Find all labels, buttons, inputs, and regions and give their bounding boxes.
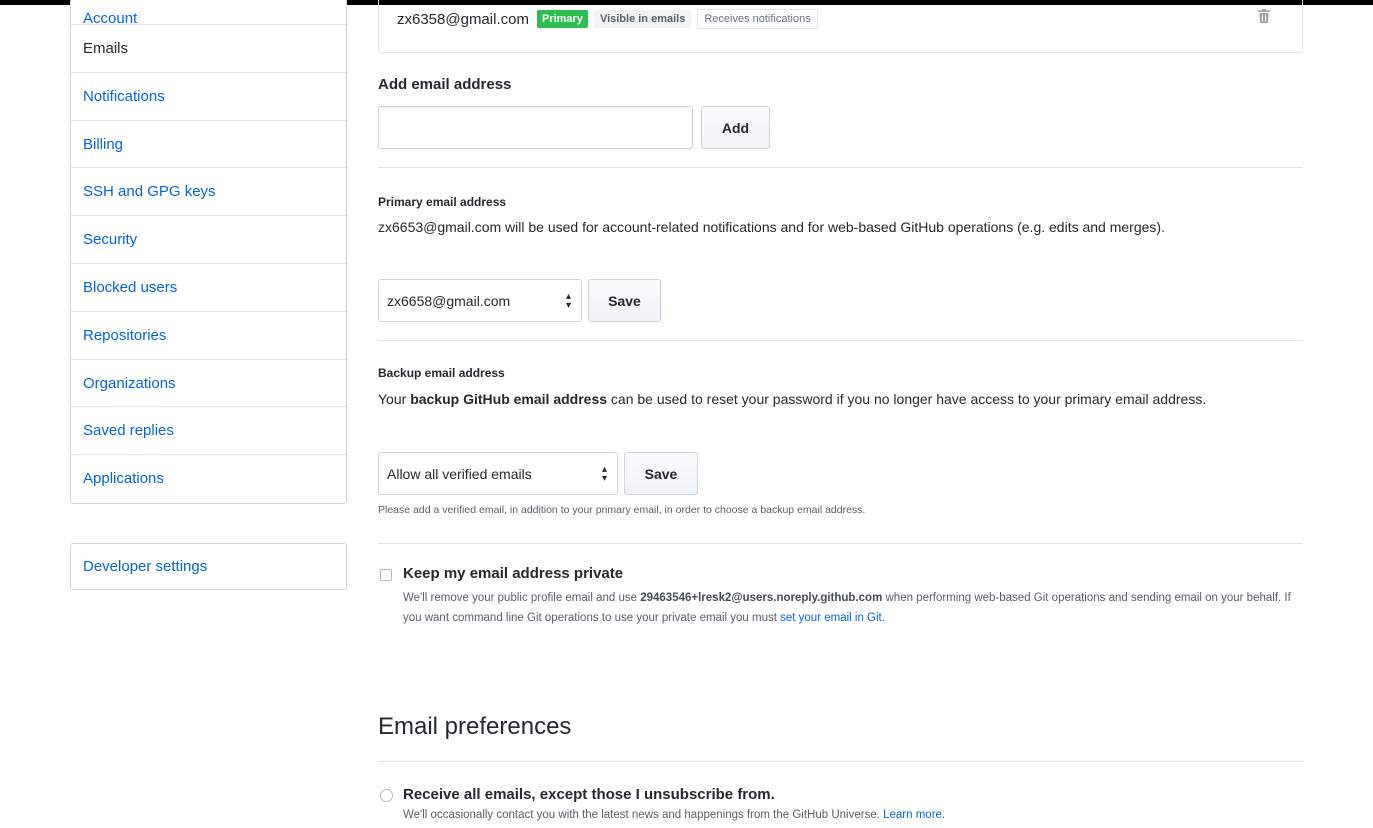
divider — [378, 761, 1303, 762]
sidebar-item-billing[interactable]: Billing — [71, 121, 346, 169]
backup-email-save-button[interactable]: Save — [624, 452, 698, 495]
primary-email-save-button[interactable]: Save — [588, 279, 661, 322]
developer-settings-menu: Developer settings — [70, 543, 347, 590]
sidebar-item-emails[interactable]: Emails — [71, 25, 346, 73]
primary-email-select[interactable]: zx6658@gmail.com ▴ ▾ — [378, 279, 582, 322]
sidebar-item-ssh-gpg-keys[interactable]: SSH and GPG keys — [71, 168, 346, 217]
sidebar-item-saved-replies[interactable]: Saved replies — [71, 407, 346, 456]
backup-email-note: Please add a verified email, in addition… — [378, 504, 866, 516]
divider — [378, 340, 1303, 341]
email-list-item: zx6358@gmail.com Primary Visible in emai… — [378, 0, 1303, 53]
sidebar-item-account[interactable]: Account — [71, 0, 346, 27]
trash-icon[interactable] — [1258, 9, 1270, 23]
sidebar-item-notifications[interactable]: Notifications — [71, 73, 346, 121]
keep-private-desc-prefix: We'll remove your public profile email a… — [403, 592, 641, 604]
sidebar-item-developer-settings[interactable]: Developer settings — [71, 544, 346, 589]
sidebar-item-organizations[interactable]: Organizations — [71, 360, 346, 408]
select-arrows-icon: ▴ ▾ — [601, 464, 607, 484]
backup-desc-suffix: can be used to reset your password if yo… — [607, 391, 1207, 407]
sidebar-item-applications[interactable]: Applications — [71, 455, 346, 503]
receive-all-desc-text: We'll occasionally contact you with the … — [403, 809, 884, 821]
noreply-email: 29463546+lresk2@users.noreply.github.com — [640, 592, 883, 604]
add-email-input[interactable] — [378, 106, 693, 149]
backup-desc-prefix: Your — [378, 391, 411, 407]
settings-sidebar: Account Emails Notifications Billing SSH… — [70, 0, 347, 504]
sidebar-item-security[interactable]: Security — [71, 216, 346, 264]
backup-email-description: Your backup GitHub email address can be … — [378, 387, 1303, 412]
receives-notifications-badge: Receives notifications — [697, 9, 818, 29]
keep-private-checkbox[interactable] — [380, 569, 392, 581]
receive-all-emails-radio[interactable] — [380, 789, 393, 802]
add-email-button[interactable]: Add — [701, 106, 770, 149]
keep-private-desc-suffix: . — [881, 612, 885, 624]
sidebar-item-blocked-users[interactable]: Blocked users — [71, 264, 346, 312]
receive-all-emails-label[interactable]: Receive all emails, except those I unsub… — [403, 786, 775, 803]
select-arrows-icon: ▴ ▾ — [565, 291, 571, 311]
learn-more-link[interactable]: Learn more. — [883, 809, 945, 821]
primary-email-description: zx6653@gmail.com will be used for accoun… — [378, 219, 1165, 235]
backup-email-select[interactable]: Allow all verified emails ▴ ▾ — [378, 452, 618, 495]
visible-in-emails-badge: Visible in emails — [593, 10, 692, 28]
set-email-in-git-link[interactable]: set your email in Git — [780, 612, 882, 624]
sidebar-item-repositories[interactable]: Repositories — [71, 312, 346, 360]
backup-email-select-value: Allow all verified emails — [387, 465, 532, 482]
receive-all-emails-description: We'll occasionally contact you with the … — [403, 805, 1303, 825]
email-address: zx6358@gmail.com — [397, 10, 529, 28]
primary-email-heading: Primary email address — [378, 195, 507, 209]
primary-badge: Primary — [536, 10, 588, 28]
keep-private-label[interactable]: Keep my email address private — [403, 565, 623, 582]
backup-email-heading: Backup email address — [378, 366, 505, 380]
add-email-heading: Add email address — [378, 76, 512, 93]
divider — [378, 543, 1303, 544]
email-preferences-heading: Email preferences — [378, 713, 572, 740]
divider — [378, 167, 1303, 168]
primary-email-select-value: zx6658@gmail.com — [387, 292, 511, 309]
keep-private-description: We'll remove your public profile email a… — [403, 588, 1303, 628]
backup-desc-strong: backup GitHub email address — [410, 391, 608, 407]
